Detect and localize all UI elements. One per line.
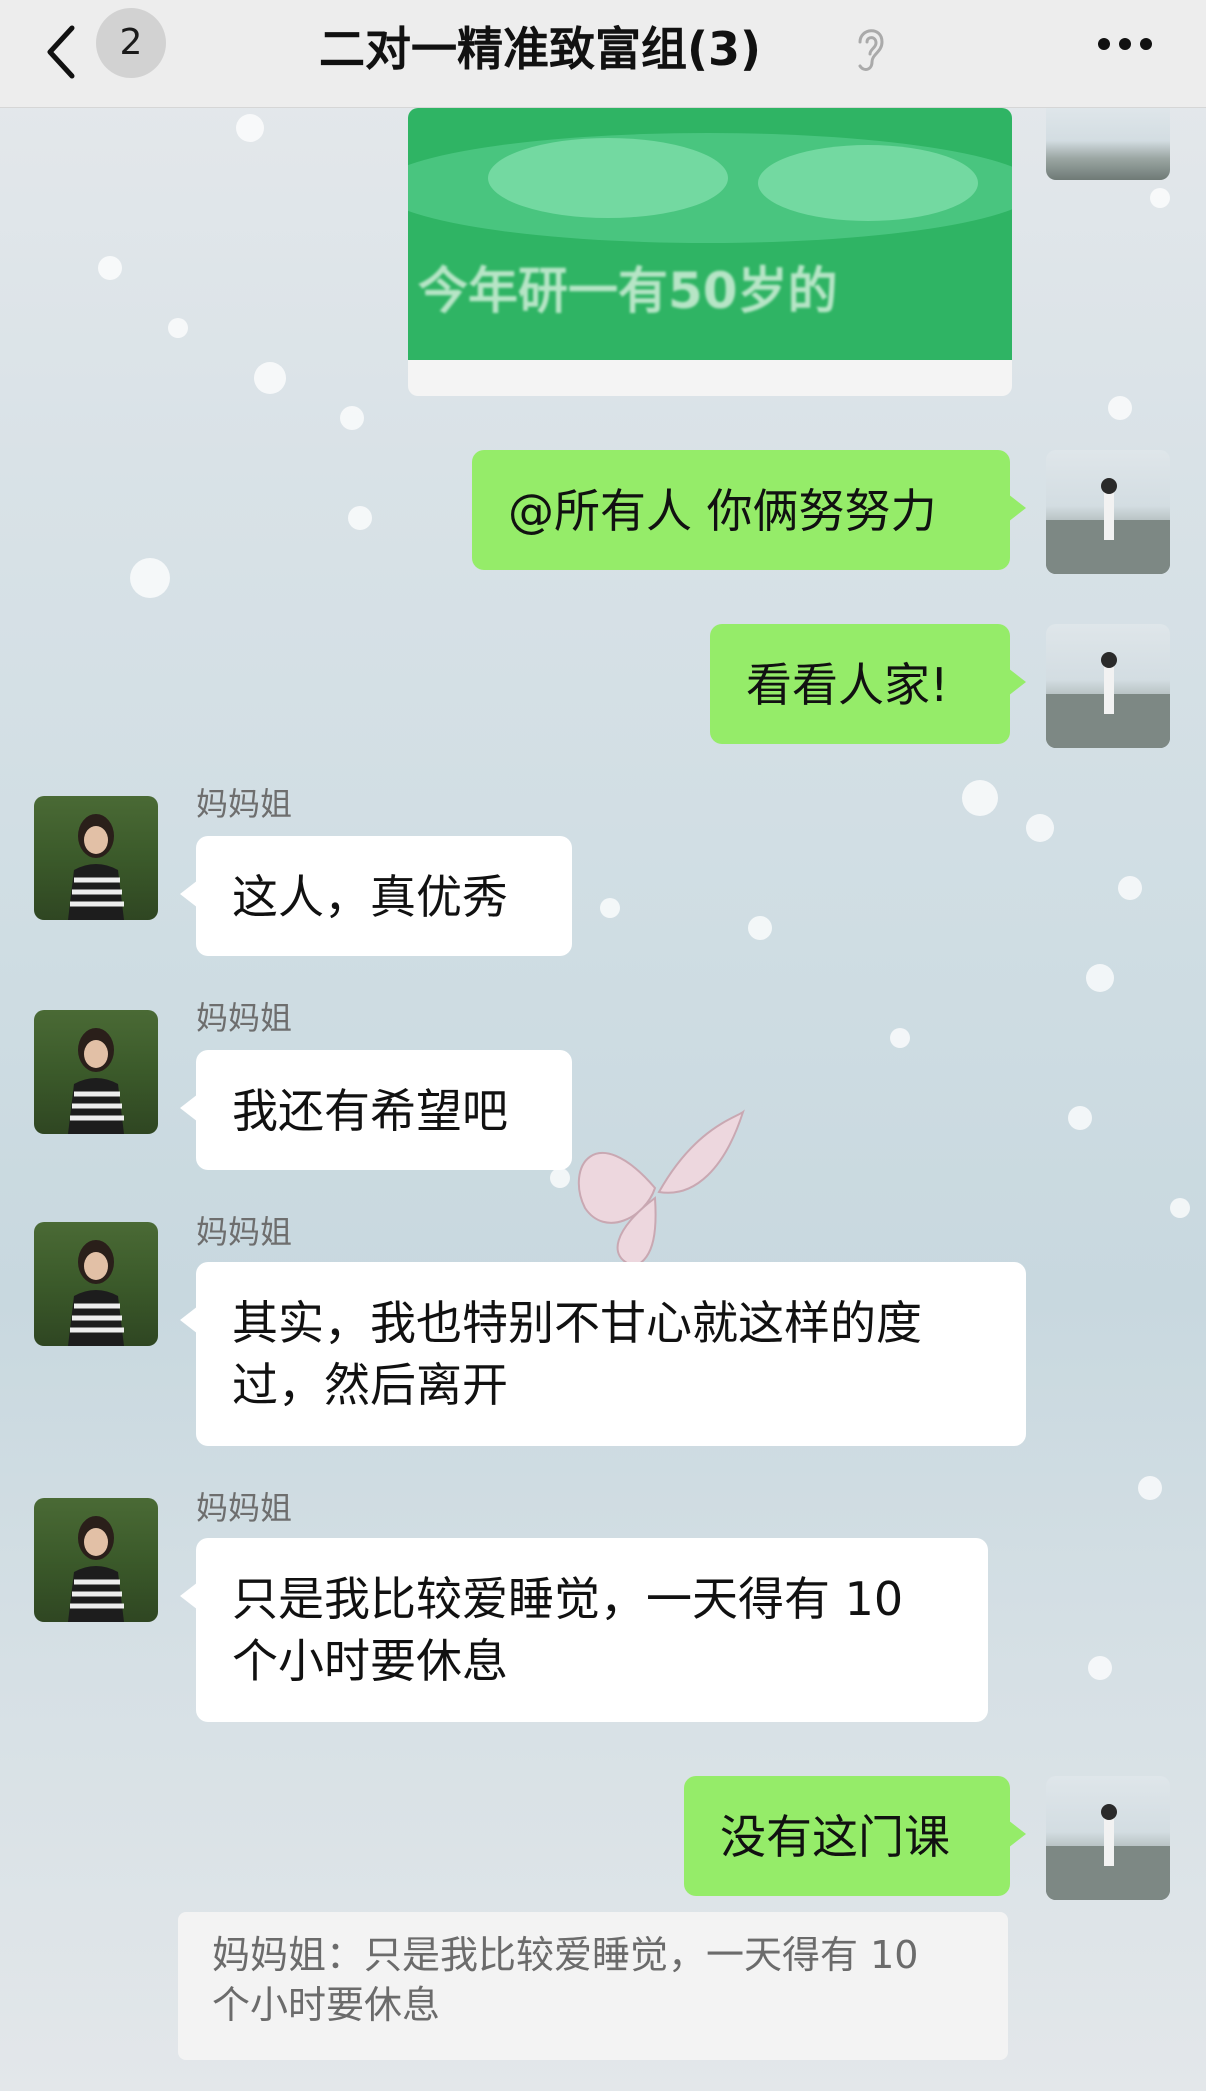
message-line: 个小时要休息 [232,1634,508,1688]
message-bubble[interactable]: 看看人家! [710,624,1026,744]
sender-name: 妈妈姐 [196,999,293,1037]
message-bubble[interactable]: 只是我比较爱睡觉，一天得有 10 个小时要休息 [180,1538,988,1722]
message-line: 只是我比较爱睡觉，一天得有 10 [232,1572,904,1626]
avatar-self[interactable] [1046,1776,1170,1900]
sender-name: 妈妈姐 [196,785,293,823]
avatar-self[interactable] [1046,624,1170,748]
quote-line: 妈妈姐：只是我比较爱睡觉，一天得有 10 [212,1933,919,1977]
message-bubble[interactable]: 没有这门课 [684,1776,1026,1896]
avatar-mom[interactable] [34,1222,158,1346]
quoted-message[interactable]: 妈妈姐：只是我比较爱睡觉，一天得有 10 个小时要休息 [178,1912,1008,2060]
chevron-left-icon [47,25,75,79]
avatar-self[interactable] [1046,108,1170,180]
sender-name: 妈妈姐 [196,1489,293,1527]
image-message[interactable]: 今年研一有50岁的 [408,108,1012,396]
avatar-mom[interactable] [34,1010,158,1134]
message-bubble[interactable]: 这人，真优秀 [180,836,572,956]
message-line: 过，然后离开 [232,1358,508,1412]
message-bubble[interactable]: 其实，我也特别不甘心就这样的度 过，然后离开 [180,1262,1026,1446]
quote-line: 个小时要休息 [212,1983,441,2027]
back-button[interactable] [38,20,88,84]
message-bubble[interactable]: @所有人 你俩努努力 [472,450,1026,570]
message-line: 其实，我也特别不甘心就这样的度 [232,1296,922,1350]
chat-header: 2 二对一精准致富组(3) [0,0,1206,108]
avatar-self[interactable] [1046,450,1170,574]
unread-count-badge[interactable]: 2 [96,8,166,78]
image-text: 今年研一有50岁的 [418,262,838,320]
ear-icon [858,29,884,71]
sender-name: 妈妈姐 [196,1213,293,1251]
chat-title[interactable]: 二对一精准致富组(3) [240,14,840,84]
message-bubble[interactable]: 我还有希望吧 [180,1050,572,1170]
avatar-mom[interactable] [34,796,158,920]
more-dots-icon[interactable] [1090,20,1160,70]
avatar-mom[interactable] [34,1498,158,1622]
